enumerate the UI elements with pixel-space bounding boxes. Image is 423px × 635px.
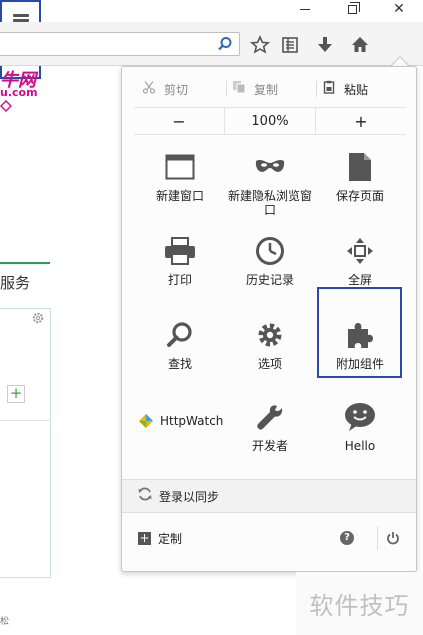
customize-label: 定制 [158, 532, 183, 546]
hello-button[interactable]: Hello [314, 401, 406, 481]
cut-label: 剪切 [164, 82, 189, 97]
service-tab[interactable]: 服务 [0, 262, 50, 298]
bottom-text: 松 [0, 617, 10, 627]
edit-separator [316, 81, 317, 97]
restore-button[interactable] [338, 0, 366, 18]
find-label: 查找 [167, 357, 192, 371]
zoom-reset-button[interactable]: 100% [224, 108, 316, 134]
power-icon [386, 532, 399, 545]
save-page-label: 保存页面 [335, 189, 384, 203]
copy-button[interactable]: 复制 [232, 75, 278, 103]
printer-icon [164, 235, 196, 267]
mask-icon [254, 151, 286, 183]
save-page-button[interactable]: 保存页面 [314, 151, 406, 231]
new-window-label: 新建窗口 [155, 189, 204, 203]
sign-in-to-sync-button[interactable]: 登录以同步 [122, 479, 416, 513]
new-window-button[interactable]: 新建窗口 [134, 151, 226, 231]
find-button[interactable]: 查找 [134, 319, 226, 399]
customize-button[interactable]: + 定制 [138, 530, 182, 547]
copy-label: 复制 [254, 82, 279, 97]
new-private-window-button[interactable]: 新建隐私浏览窗口 [224, 151, 316, 231]
zoom-controls: − 100% + [134, 107, 406, 135]
history-label: 历史记录 [245, 273, 294, 287]
chat-bubble-icon [344, 401, 376, 433]
zoom-out-button[interactable]: − [134, 108, 224, 134]
search-bar[interactable] [0, 32, 240, 56]
logo-decoration-icon [0, 100, 12, 115]
add-button[interactable]: + [7, 385, 25, 403]
cut-button[interactable]: 剪切 [142, 75, 188, 103]
gear-icon[interactable] [31, 311, 45, 329]
close-window-button[interactable]: ✕ [385, 0, 413, 18]
paste-label: 粘贴 [344, 82, 369, 97]
wrench-icon [254, 401, 286, 433]
service-tab-label: 服务 [0, 274, 31, 292]
developer-button[interactable]: 开发者 [224, 401, 316, 481]
developer-label: 开发者 [251, 439, 288, 453]
browser-toolbar [0, 22, 423, 66]
divider [0, 420, 51, 421]
quit-button[interactable] [377, 526, 407, 550]
clock-icon [254, 235, 286, 267]
edit-separator [226, 81, 227, 97]
scissors-icon [142, 80, 164, 98]
plus-square-icon: + [138, 531, 151, 545]
content-panel [0, 308, 51, 578]
fullscreen-arrows-icon [344, 235, 376, 267]
close-icon: ✕ [393, 1, 405, 17]
clipboard-icon [322, 80, 344, 98]
history-button[interactable]: 历史记录 [224, 235, 316, 315]
gear-icon [254, 319, 286, 351]
bookmark-star-icon[interactable] [249, 34, 271, 56]
add-ons-highlight-box [317, 287, 402, 378]
help-icon: ? [340, 531, 354, 545]
site-logo-url: u.com [0, 86, 38, 99]
hello-label: Hello [344, 439, 376, 453]
options-label: 选项 [257, 357, 282, 371]
print-label: 打印 [167, 273, 192, 287]
print-button[interactable]: 打印 [134, 235, 226, 315]
menu-footer: + 定制 ? [122, 518, 416, 558]
window-icon [164, 151, 196, 183]
minimize-button[interactable] [291, 0, 319, 18]
httpwatch-label: HttpWatch [160, 414, 224, 428]
document-icon [344, 151, 376, 183]
home-icon[interactable] [349, 34, 371, 56]
fullscreen-label: 全屏 [347, 273, 372, 287]
zoom-in-button[interactable]: + [316, 108, 406, 134]
help-button[interactable]: ? [332, 526, 362, 550]
sync-icon [138, 487, 152, 505]
httpwatch-button[interactable]: HttpWatch [138, 413, 223, 429]
copy-icon [232, 80, 254, 98]
search-icon[interactable] [217, 36, 233, 52]
httpwatch-icon [138, 413, 154, 429]
edit-controls: 剪切 复制 粘贴 [122, 75, 418, 103]
paste-button[interactable]: 粘贴 [322, 75, 368, 103]
options-button[interactable]: 选项 [224, 319, 316, 399]
magnifier-icon [164, 319, 196, 351]
download-icon[interactable] [314, 34, 336, 56]
sign-in-label: 登录以同步 [159, 489, 220, 504]
new-private-window-label: 新建隐私浏览窗口 [227, 189, 312, 217]
bookmarks-list-icon[interactable] [279, 34, 301, 56]
watermark: 软件技巧 [296, 572, 423, 635]
